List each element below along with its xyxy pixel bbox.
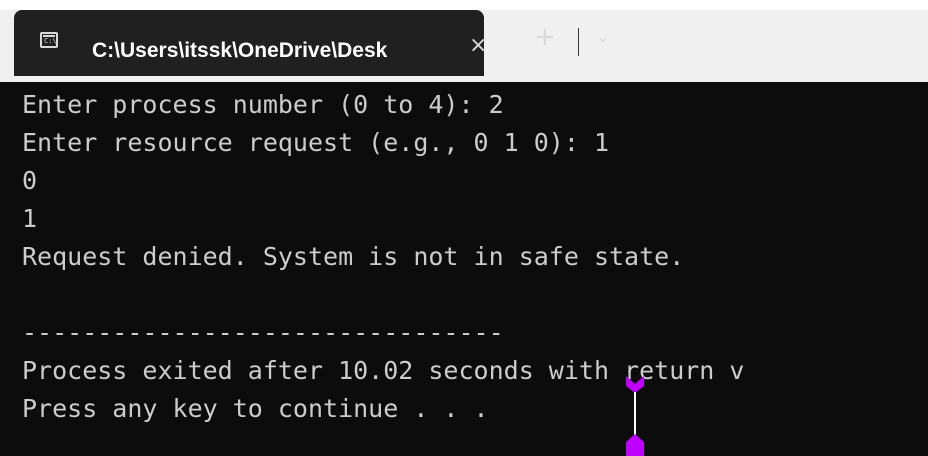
title-bar: C:\ C:\Users\itssk\OneDrive\Desk × + ⌄: [0, 0, 928, 82]
terminal-line: 1: [22, 204, 38, 233]
terminal-line: Enter process number (0 to 4): 2: [22, 90, 504, 119]
terminal-tab[interactable]: C:\ C:\Users\itssk\OneDrive\Desk ×: [14, 10, 487, 76]
title-bar-strip: [0, 0, 928, 10]
terminal-icon-glyph: C:\: [44, 37, 57, 45]
terminal-line: Press any key to continue . . .: [22, 394, 489, 423]
terminal-window: C:\ C:\Users\itssk\OneDrive\Desk × + ⌄ E…: [0, 0, 928, 456]
text-cursor-marker: [626, 376, 644, 456]
terminal-line: --------------------------------: [22, 318, 504, 347]
terminal-output[interactable]: Enter process number (0 to 4): 2 Enter r…: [0, 82, 928, 456]
terminal-line: Enter resource request (e.g., 0 1 0): 1: [22, 128, 609, 157]
terminal-line: Request denied. System is not in safe st…: [22, 242, 685, 271]
chevron-down-icon[interactable]: ⌄: [596, 29, 609, 45]
new-tab-button[interactable]: +: [534, 24, 556, 50]
close-icon[interactable]: ×: [469, 35, 487, 57]
title-bar-divider: [578, 28, 579, 56]
terminal-line: 0: [22, 166, 38, 195]
terminal-icon: C:\: [40, 32, 58, 48]
tab-title: C:\Users\itssk\OneDrive\Desk: [92, 39, 388, 62]
